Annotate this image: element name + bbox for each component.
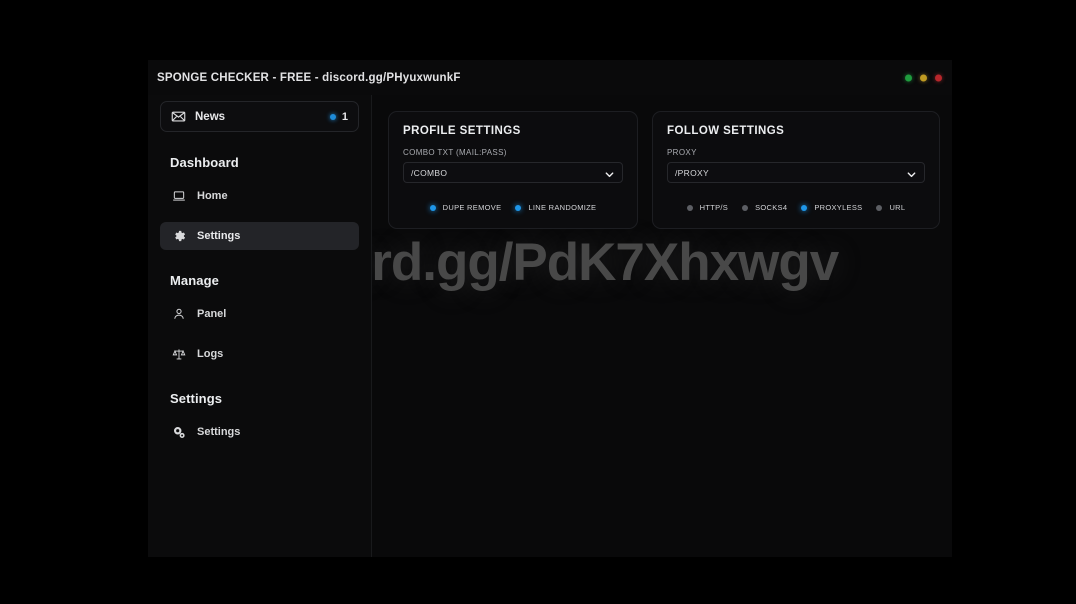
chevron-down-icon bbox=[604, 167, 615, 178]
radio-dot-icon bbox=[742, 204, 749, 211]
title-bar: SPONGE CHECKER - FREE - discord.gg/PHyux… bbox=[148, 60, 952, 95]
sidebar-item-settings-dashboard-label: Settings bbox=[197, 230, 241, 242]
sidebar-item-home-label: Home bbox=[197, 190, 228, 202]
cogs-icon bbox=[172, 425, 186, 439]
section-header-settings: Settings bbox=[170, 391, 223, 406]
panel-follow-settings: FOLLOW SETTINGS PROXY /PROXY HTTP/S SOCK… bbox=[652, 111, 940, 229]
radio-dot-icon bbox=[876, 204, 883, 211]
section-header-manage: Manage bbox=[170, 273, 220, 288]
sidebar-item-panel-label: Panel bbox=[197, 308, 227, 320]
laptop-icon bbox=[172, 189, 186, 203]
option-dupe-remove[interactable]: DUPE REMOVE bbox=[429, 203, 502, 212]
settings-panels-row: PROFILE SETTINGS COMBO TXT (MAIL:PASS) /… bbox=[388, 111, 940, 229]
panel-follow-title: FOLLOW SETTINGS bbox=[667, 125, 785, 137]
news-count: 1 bbox=[341, 110, 348, 123]
option-line-randomize[interactable]: LINE RANDOMIZE bbox=[515, 203, 596, 212]
sidebar-item-settings-dashboard[interactable]: Settings bbox=[160, 222, 359, 250]
app-title: SPONGE CHECKER - FREE - discord.gg/PHyux… bbox=[157, 71, 461, 84]
user-icon bbox=[172, 307, 186, 321]
sidebar-item-logs-label: Logs bbox=[197, 348, 224, 360]
option-line-randomize-label: LINE RANDOMIZE bbox=[528, 203, 597, 212]
sidebar-item-settings[interactable]: Settings bbox=[160, 418, 359, 446]
option-proxyless[interactable]: PROXYLESS bbox=[801, 203, 862, 212]
panel-profile-settings: PROFILE SETTINGS COMBO TXT (MAIL:PASS) /… bbox=[388, 111, 638, 229]
combo-select[interactable]: /COMBO bbox=[403, 162, 623, 183]
profile-options-row: DUPE REMOVE LINE RANDOMIZE bbox=[403, 203, 623, 212]
option-socks4-label: SOCKS4 bbox=[755, 203, 788, 212]
mail-icon bbox=[171, 109, 186, 124]
application-window: SPONGE CHECKER - FREE - discord.gg/PHyux… bbox=[148, 60, 952, 557]
option-https[interactable]: HTTP/S bbox=[686, 203, 729, 212]
option-socks4[interactable]: SOCKS4 bbox=[742, 203, 787, 212]
panel-profile-title: PROFILE SETTINGS bbox=[403, 125, 521, 137]
minimize-button[interactable] bbox=[905, 74, 912, 81]
screen: SPONGE CHECKER - FREE - discord.gg/PHyux… bbox=[0, 0, 1076, 604]
sidebar-item-news[interactable]: News 1 bbox=[160, 101, 359, 132]
sidebar-item-home[interactable]: Home bbox=[160, 182, 359, 210]
window-body: News 1 Dashboard Home Settings Manage Pa… bbox=[148, 95, 952, 557]
follow-options-row: HTTP/S SOCKS4 PROXYLESS URL bbox=[667, 203, 925, 212]
gear-icon bbox=[172, 229, 186, 243]
option-https-label: HTTP/S bbox=[699, 203, 729, 212]
radio-dot-icon bbox=[801, 204, 808, 211]
proxy-field-label: PROXY bbox=[667, 148, 697, 157]
radio-dot-icon bbox=[515, 204, 522, 211]
news-badge: 1 bbox=[329, 110, 348, 123]
section-header-dashboard: Dashboard bbox=[170, 155, 239, 170]
news-indicator-dot bbox=[329, 113, 336, 120]
news-label: News bbox=[195, 110, 226, 123]
option-dupe-remove-label: DUPE REMOVE bbox=[442, 203, 502, 212]
maximize-button[interactable] bbox=[920, 74, 927, 81]
option-proxyless-label: PROXYLESS bbox=[814, 203, 863, 212]
sidebar-item-settings-label: Settings bbox=[197, 426, 241, 438]
main-content: PROFILE SETTINGS COMBO TXT (MAIL:PASS) /… bbox=[372, 95, 952, 557]
proxy-select[interactable]: /PROXY bbox=[667, 162, 925, 183]
sidebar: News 1 Dashboard Home Settings Manage Pa… bbox=[148, 95, 372, 557]
combo-select-value: /COMBO bbox=[411, 167, 448, 178]
window-controls bbox=[905, 74, 942, 81]
chevron-down-icon bbox=[906, 167, 917, 178]
radio-dot-icon bbox=[686, 204, 693, 211]
option-url[interactable]: URL bbox=[876, 203, 905, 212]
combo-field-label: COMBO TXT (MAIL:PASS) bbox=[403, 148, 507, 157]
option-url-label: URL bbox=[889, 203, 906, 212]
proxy-select-value: /PROXY bbox=[675, 167, 709, 178]
close-button[interactable] bbox=[935, 74, 942, 81]
scales-icon bbox=[172, 347, 186, 361]
radio-dot-icon bbox=[429, 204, 436, 211]
sidebar-item-logs[interactable]: Logs bbox=[160, 340, 359, 368]
sidebar-item-panel[interactable]: Panel bbox=[160, 300, 359, 328]
